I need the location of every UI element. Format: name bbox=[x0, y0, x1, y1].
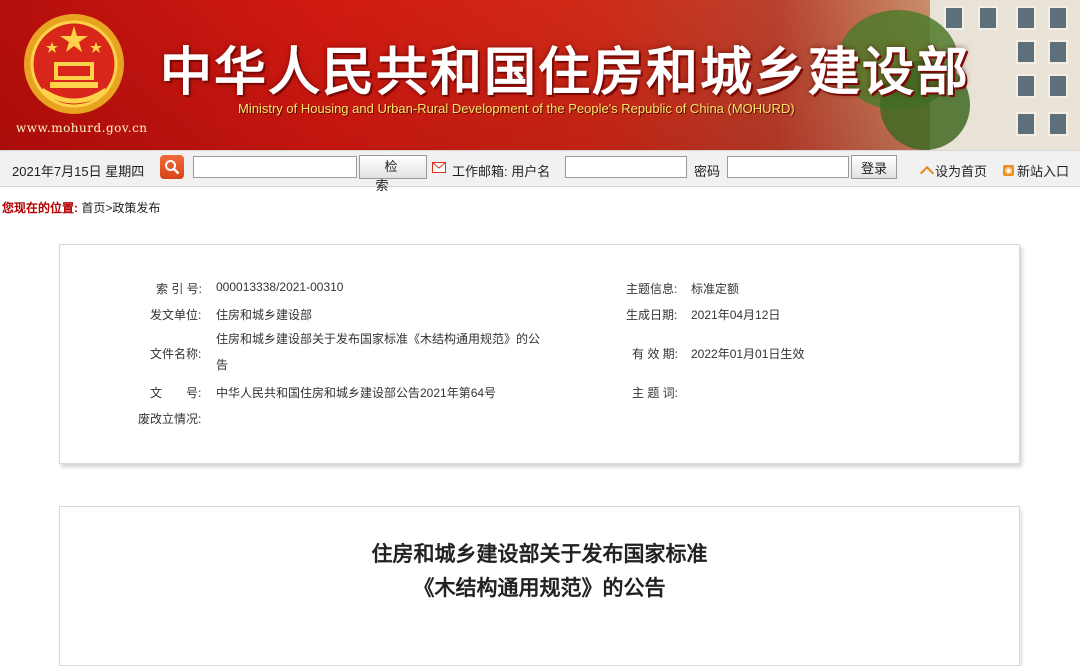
issuer-label: 发文单位: bbox=[150, 308, 202, 322]
site-title-english: Ministry of Housing and Urban-Rural Deve… bbox=[238, 101, 795, 116]
article-card: 住房和城乡建设部关于发布国家标准 《木结构通用规范》的公告 bbox=[59, 506, 1020, 666]
building-window bbox=[978, 6, 998, 30]
magnifier-glyph bbox=[165, 160, 180, 175]
keywords-label: 主 题 词: bbox=[632, 386, 679, 400]
breadcrumb: 您现在的位置: 首页>政策发布 bbox=[2, 199, 160, 216]
file-name-label: 文件名称: bbox=[150, 347, 202, 361]
breadcrumb-label: 您现在的位置: bbox=[2, 201, 78, 215]
site-banner: www.mohurd.gov.cn 中华人民共和国住房和城乡建设部 Minist… bbox=[0, 0, 1080, 150]
set-homepage-link[interactable]: 设为首页 bbox=[919, 161, 988, 181]
building-window bbox=[1016, 112, 1036, 136]
search-input[interactable] bbox=[193, 156, 357, 178]
building-window bbox=[1048, 40, 1068, 64]
generated-date-label: 生成日期: bbox=[626, 308, 678, 322]
article-title-line1: 住房和城乡建设部关于发布国家标准 bbox=[371, 542, 708, 566]
file-name-value: 住房和城乡建设部关于发布国家标准《木结构通用规范》的公告 bbox=[216, 332, 541, 372]
building-window bbox=[1016, 74, 1036, 98]
username-input[interactable] bbox=[565, 156, 687, 178]
set-homepage-label: 设为首页 bbox=[935, 164, 988, 179]
rss-icon: ◉ bbox=[1003, 165, 1014, 176]
document-metadata-card: 索 引 号: 000013338/2021-00310 主题信息: 标准定额 发… bbox=[59, 244, 1020, 464]
topic-value: 标准定额 bbox=[691, 282, 740, 296]
building-window bbox=[1016, 6, 1036, 30]
validity-value: 2022年01月01日生效 bbox=[691, 347, 805, 361]
building-window bbox=[1048, 6, 1068, 30]
building-window bbox=[1016, 40, 1036, 64]
national-emblem-icon bbox=[24, 14, 124, 114]
topic-label: 主题信息: bbox=[626, 282, 678, 296]
generated-date-value: 2021年04月12日 bbox=[691, 308, 781, 322]
mail-username-label: 工作邮箱: 用户名 bbox=[452, 164, 551, 179]
site-title: 中华人民共和国住房和城乡建设部 bbox=[160, 42, 971, 103]
index-number-label: 索 引 号: bbox=[156, 282, 203, 296]
document-number-label: 文 号: bbox=[150, 386, 202, 400]
password-label: 密码 bbox=[694, 164, 721, 179]
home-icon bbox=[919, 165, 935, 181]
search-button[interactable]: 检索 bbox=[359, 155, 427, 193]
search-icon[interactable] bbox=[160, 155, 184, 179]
article-title-line2: 《木结构通用规范》的公告 bbox=[413, 576, 666, 600]
login-button[interactable]: 登录 bbox=[851, 155, 897, 179]
document-number-value: 中华人民共和国住房和城乡建设部公告2021年第64号 bbox=[216, 386, 497, 400]
issuer-value: 住房和城乡建设部 bbox=[216, 308, 313, 322]
new-site-link[interactable]: ◉ 新站入口 bbox=[1003, 161, 1069, 180]
amendment-status-label: 废改立情况: bbox=[138, 412, 202, 426]
new-site-label: 新站入口 bbox=[1017, 164, 1070, 179]
top-toolbar: 2021年7月15日 星期四 检索 工作邮箱: 用户名 密码 登录 设为首页 ◉… bbox=[0, 150, 1080, 193]
index-number-value: 000013338/2021-00310 bbox=[216, 280, 344, 294]
password-input[interactable] bbox=[727, 156, 849, 178]
validity-label: 有 效 期: bbox=[632, 347, 679, 361]
mail-icon bbox=[432, 162, 446, 173]
building-window bbox=[944, 6, 964, 30]
site-url: www.mohurd.gov.cn bbox=[16, 121, 148, 135]
breadcrumb-path[interactable]: 首页>政策发布 bbox=[81, 201, 160, 215]
building-window bbox=[1048, 74, 1068, 98]
current-date: 2021年7月15日 星期四 bbox=[12, 164, 145, 179]
building-window bbox=[1048, 112, 1068, 136]
article-title: 住房和城乡建设部关于发布国家标准 《木结构通用规范》的公告 bbox=[60, 537, 1019, 605]
